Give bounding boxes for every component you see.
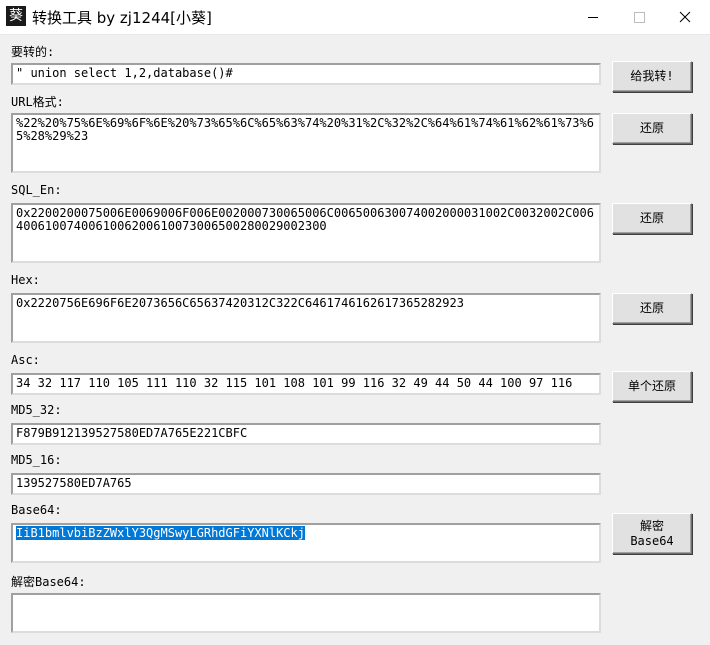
hex-label: Hex: [11,273,40,287]
base64-selected-text: IiB1bmlvbiBzZWxlY3QgMSwyLGRhdGFiYXNlKCkj [16,526,305,540]
title-bar: 葵 转换工具 by zj1244[小葵] [0,0,710,35]
restore-sql-button[interactable]: 还原 [612,203,692,234]
restore-hex-button[interactable]: 还原 [612,293,692,324]
app-icon: 葵 [6,6,26,26]
md5-16-field[interactable]: 139527580ED7A765 [11,473,601,495]
restore-url-button[interactable]: 还原 [612,113,692,144]
input-label: 要转的: [11,45,55,59]
base64-field[interactable]: IiB1bmlvbiBzZWxlY3QgMSwyLGRhdGFiYXNlKCkj [11,523,601,563]
sql-en-field[interactable]: 0x2200200075006E0069006F006E002000730065… [11,203,601,263]
window-title: 转换工具 by zj1244[小葵] [32,9,212,27]
close-icon [679,11,691,23]
minimize-button[interactable] [570,0,616,34]
decode-base64-field[interactable] [11,593,601,633]
md5-16-label: MD5_16: [11,453,62,467]
close-button[interactable] [662,0,708,34]
sql-en-label: SQL_En: [11,183,62,197]
asc-field[interactable]: 34 32 117 110 105 111 110 32 115 101 108… [11,373,601,395]
url-label: URL格式: [11,95,64,109]
input-field[interactable]: " union select 1,2,database()# [11,63,601,85]
asc-label: Asc: [11,353,40,367]
hex-field[interactable]: 0x2220756E696F6E2073656C65637420312C322C… [11,293,601,343]
decode-base64-button[interactable]: 解密 Base64 [612,513,692,554]
md5-32-field[interactable]: F879B912139527580ED7A765E221CBFC [11,423,601,445]
base64-label: Base64: [11,503,62,517]
md5-32-label: MD5_32: [11,403,62,417]
decode-base64-label: 解密Base64: [11,575,86,589]
convert-button[interactable]: 给我转! [612,61,692,92]
url-field[interactable]: %22%20%75%6E%69%6F%6E%20%73%65%6C%65%63%… [11,113,601,173]
maximize-button[interactable] [616,0,662,34]
restore-single-button[interactable]: 单个还原 [612,371,692,402]
